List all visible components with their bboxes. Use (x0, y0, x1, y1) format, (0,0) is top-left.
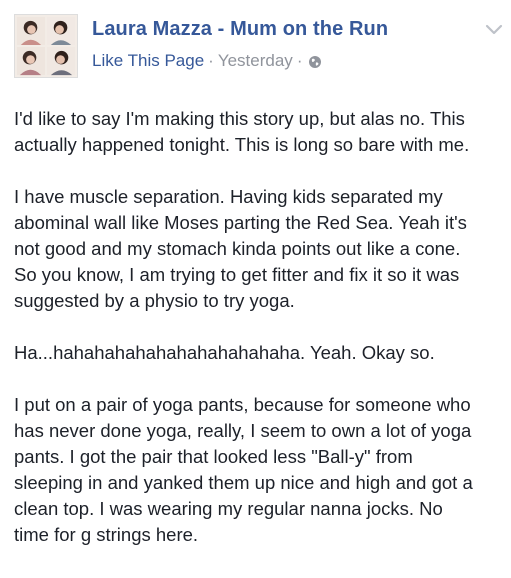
avatar[interactable] (14, 14, 78, 78)
post-header: Laura Mazza - Mum on the Run Like This P… (14, 14, 504, 78)
post-paragraph: Ha...hahahahahahahahahahahaha. Yeah. Oka… (14, 342, 435, 363)
post-text: I'd like to say I'm making this story up… (14, 106, 506, 574)
post-paragraph: I put on a pair of yoga pants, because f… (14, 394, 473, 545)
post-paragraph: I have muscle separation. Having kids se… (14, 186, 467, 311)
post-meta: Like This Page · Yesterday · (92, 51, 322, 71)
like-page-link[interactable]: Like This Page (92, 51, 204, 71)
meta-separator: · (208, 51, 214, 70)
meta-separator: · (296, 51, 303, 70)
page-name-link[interactable]: Laura Mazza - Mum on the Run (92, 18, 388, 41)
post-paragraph: I'd like to say I'm making this story up… (14, 108, 470, 155)
post-timestamp[interactable]: Yesterday (218, 51, 293, 71)
globe-icon[interactable] (308, 54, 322, 68)
chevron-down-icon[interactable] (484, 22, 504, 38)
